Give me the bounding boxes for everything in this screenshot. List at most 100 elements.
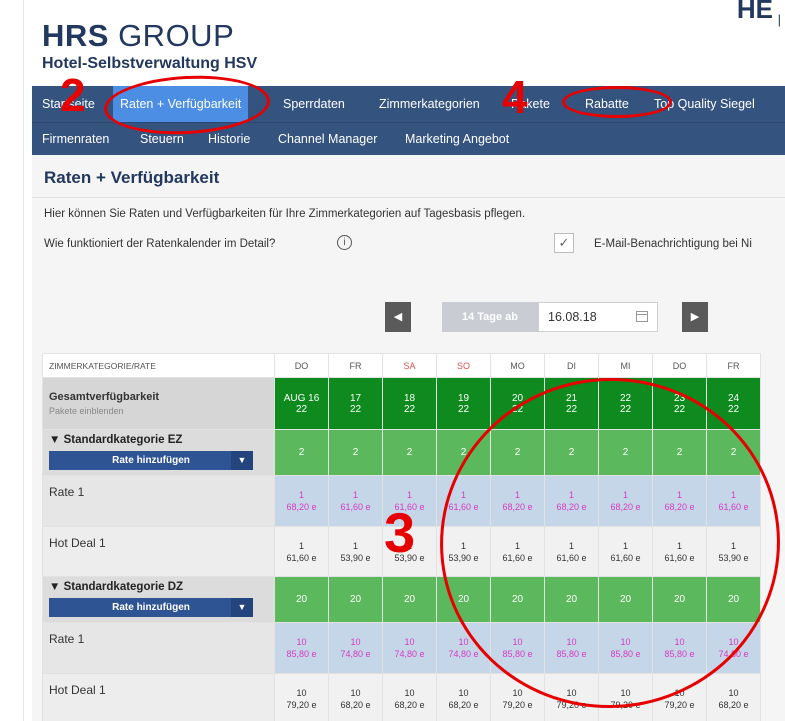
rate-name[interactable]: Rate 1	[42, 475, 275, 527]
annotation-ring-rabatte	[562, 86, 672, 118]
rate-quantity: 10	[296, 637, 307, 647]
rate-quantity: 1	[352, 540, 358, 551]
rate-name[interactable]: Rate 1	[42, 622, 275, 674]
category-cell: ▼ Standardkategorie EZ Rate hinzufügen ▼	[42, 429, 275, 476]
rate-cell[interactable]: 10 68,20 e	[382, 673, 437, 721]
hrs-logo[interactable]: HRS GROUP	[42, 18, 234, 54]
rate-price: 74,80 e	[394, 649, 425, 659]
rate-name[interactable]: Hot Deal 1	[42, 673, 275, 721]
grid-weekday-header: SA	[382, 353, 437, 378]
header: HRS GROUP Hotel-Selbstverwaltung HSV HE …	[32, 0, 785, 86]
availability-value: 22	[403, 403, 416, 415]
rate-name[interactable]: Hot Deal 1	[42, 526, 275, 577]
add-rate-button[interactable]: Rate hinzufügen ▼	[49, 598, 253, 617]
rate-quantity: 10	[350, 637, 361, 647]
nav-marketing-angebot[interactable]: Marketing Angebot	[405, 123, 509, 156]
rate-quantity: 1	[352, 490, 358, 500]
category-availability-cell[interactable]: 20	[382, 576, 437, 623]
rate-price: 74,80 e	[340, 649, 371, 659]
show-packages-link[interactable]: Pakete einblenden	[49, 404, 274, 418]
logo-light: GROUP	[108, 18, 235, 53]
rate-cell[interactable]: 10 79,20 e	[274, 673, 329, 721]
rate-price: 85,80 e	[286, 649, 317, 659]
grid-header-row: ZIMMERKATEGORIE/RATE DO FR SA SO MO DI MI DO FR	[42, 353, 761, 378]
rate-cell[interactable]: 10 68,20 e	[706, 673, 761, 721]
category-availability-cell[interactable]: 2	[274, 429, 329, 476]
nav-channel-manager[interactable]: Channel Manager	[278, 123, 377, 156]
grid-weekday-header: DO	[652, 353, 707, 378]
grid-weekday-header: DO	[274, 353, 329, 378]
email-notification-checkbox[interactable]: ✓	[554, 233, 574, 253]
rate-cell[interactable]: 10 74,80 e	[382, 622, 437, 674]
category-name[interactable]: ▼ Standardkategorie EZ	[49, 434, 182, 446]
category-name[interactable]: ▼ Standardkategorie DZ	[49, 581, 183, 593]
category-availability-cell[interactable]: 20	[328, 576, 383, 623]
rate-cell[interactable]: 1 53,90 e	[328, 526, 383, 577]
availability-value: 22	[295, 403, 308, 415]
rate-quantity: 10	[404, 637, 415, 647]
annotation-number-2: 2	[60, 69, 86, 121]
date-label: 24	[727, 392, 740, 404]
calendar-icon[interactable]	[636, 311, 648, 322]
rate-quantity: 1	[298, 540, 304, 551]
category-availability-cell[interactable]: 2	[382, 429, 437, 476]
page-title: Raten + Verfügbarkeit	[44, 168, 220, 187]
prev-dates-button[interactable]: ◀	[385, 302, 411, 332]
add-rate-button[interactable]: Rate hinzufügen ▼	[49, 451, 253, 470]
rate-price: 79,20 e	[502, 699, 533, 710]
nav-sperrdaten[interactable]: Sperrdaten	[283, 86, 345, 122]
annotation-number-3: 3	[384, 501, 416, 564]
rate-cell[interactable]: 1 61,60 e	[274, 526, 329, 577]
total-availability-label: Gesamtverfügbarkeit Pakete einblenden	[42, 377, 275, 430]
rate-price: 68,20 e	[286, 502, 317, 512]
grid-weekday-header: SO	[436, 353, 491, 378]
add-rate-label: Rate hinzufügen	[112, 455, 190, 466]
availability-value: 22	[349, 403, 362, 415]
rate-quantity: 10	[404, 687, 415, 698]
rate-quantity: 1	[298, 490, 304, 500]
chevron-left-icon: ◀	[393, 311, 403, 323]
date-label: 17	[349, 392, 362, 404]
info-icon[interactable]: i	[337, 235, 352, 250]
rate-price: 61,60 e	[286, 552, 317, 563]
total-availability-cell[interactable]: 18 22	[382, 377, 437, 430]
rate-cell[interactable]: 10 85,80 e	[274, 622, 329, 674]
title-divider	[32, 197, 785, 198]
next-dates-button[interactable]: ▶	[682, 302, 708, 332]
category-availability-cell[interactable]: 20	[274, 576, 329, 623]
rate-cell[interactable]: 10 68,20 e	[328, 673, 383, 721]
total-availability-cell[interactable]: 19 22	[436, 377, 491, 430]
intro-text: Hier können Sie Raten und Verfügbarkeite…	[44, 208, 526, 220]
rate-cell[interactable]: 1 68,20 e	[274, 475, 329, 527]
help-text: Wie funktioniert der Ratenkalender im De…	[44, 238, 276, 250]
annotation-number-4: 4	[502, 71, 528, 123]
rate-cell[interactable]: 10 74,80 e	[328, 622, 383, 674]
grid-header-label: ZIMMERKATEGORIE/RATE	[42, 353, 275, 378]
grid-weekday-header: MI	[598, 353, 653, 378]
days-range-label: 14 Tage ab	[442, 302, 538, 332]
category-availability-cell[interactable]: 2	[328, 429, 383, 476]
rate-price: 68,20 e	[718, 699, 749, 710]
chevron-right-icon: ▶	[690, 311, 700, 323]
nav-firmenraten[interactable]: Firmenraten	[42, 123, 109, 156]
caret-down-icon[interactable]: ▼	[231, 451, 253, 470]
total-availability-cell[interactable]: AUG 16 22	[274, 377, 329, 430]
grid-weekday-header: FR	[706, 353, 761, 378]
rate-cell[interactable]: 1 61,60 e	[328, 475, 383, 527]
date-label: 19	[457, 392, 470, 404]
nav-zimmerkategorien[interactable]: Zimmerkategorien	[379, 86, 480, 122]
rate-price: 68,20 e	[448, 699, 479, 710]
date-label: AUG 16	[283, 392, 320, 404]
add-rate-label: Rate hinzufügen	[112, 602, 190, 613]
rate-price: 68,20 e	[340, 699, 371, 710]
total-label: Gesamtverfügbarkeit	[49, 390, 160, 403]
category-cell: ▼ Standardkategorie DZ Rate hinzufügen ▼	[42, 576, 275, 623]
corner-line: |	[777, 12, 781, 27]
rate-price: 53,90 e	[340, 552, 371, 563]
rate-quantity: 10	[458, 687, 469, 698]
total-availability-cell[interactable]: 17 22	[328, 377, 383, 430]
grid-weekday-header: DI	[544, 353, 599, 378]
corner-logo-mark: HE	[736, 0, 773, 24]
rate-cell[interactable]: 10 68,20 e	[436, 673, 491, 721]
caret-down-icon[interactable]: ▼	[231, 598, 253, 617]
